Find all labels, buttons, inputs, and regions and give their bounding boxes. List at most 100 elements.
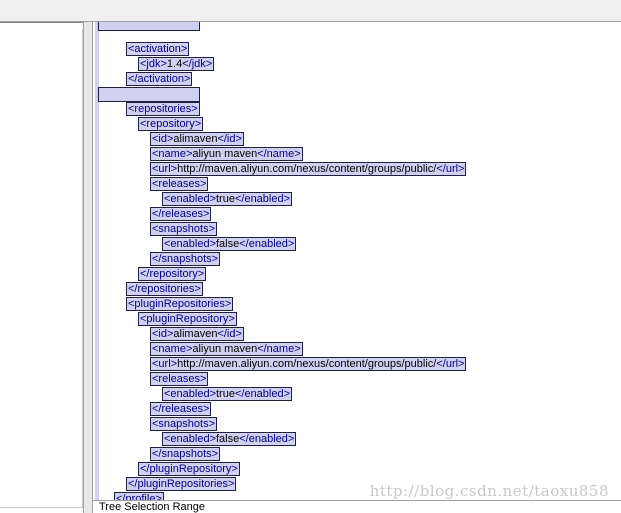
selected-line-text: <activation> — [125, 42, 190, 56]
editor-line[interactable]: <name>aliyun maven</name> — [150, 342, 303, 357]
xml-text: alimaven — [173, 328, 218, 340]
editor-line[interactable]: </repositories> — [126, 282, 203, 297]
xml-tag: </pluginRepositories> — [128, 478, 235, 490]
editor-line[interactable]: </releases> — [149, 402, 212, 417]
editor-line[interactable]: <id>alimaven</id> — [150, 327, 244, 342]
editor-line[interactable]: </profile> — [114, 492, 164, 500]
selected-line-text: </profile> — [114, 492, 164, 500]
tree-pane-inner — [0, 29, 83, 508]
xml-tag: </pluginRepository> — [140, 463, 238, 475]
editor-line[interactable]: <url>http://maven.aliyun.com/nexus/conte… — [149, 162, 467, 177]
selected-line-text: <id>alimaven</id> — [150, 132, 244, 146]
editor-line[interactable]: <repositories> — [126, 102, 200, 117]
xml-text: http://maven.aliyun.com/nexus/content/gr… — [177, 163, 437, 175]
selected-line-text: <url>http://maven.aliyun.com/nexus/conte… — [149, 357, 467, 371]
xml-tag: <pluginRepository> — [140, 313, 235, 325]
editor-line[interactable]: <url>http://maven.aliyun.com/nexus/conte… — [149, 357, 467, 372]
xml-text: aliyun maven — [192, 343, 258, 355]
xml-tag: </enabled> — [234, 193, 291, 205]
xml-tag: <id> — [152, 133, 174, 145]
xml-tag: </url> — [436, 163, 465, 175]
xml-tag: </snapshots> — [152, 448, 219, 460]
selected-line-text: <name>aliyun maven</name> — [150, 342, 303, 356]
status-bar: Tree Selection Range — [93, 500, 621, 513]
selected-line-text: </activation> — [125, 72, 193, 86]
xml-tag: <enabled> — [164, 238, 216, 250]
editor-line[interactable]: <pluginRepositories> — [125, 297, 234, 312]
selected-line-text: </snapshots> — [149, 252, 221, 266]
editor-line[interactable]: <enabled>false</enabled> — [161, 432, 297, 447]
xml-tag: </releases> — [152, 403, 210, 415]
selected-line-text: <repository> — [137, 117, 204, 131]
selected-line-text: <pluginRepository> — [138, 312, 237, 326]
selected-line-text: </pluginRepository> — [138, 462, 240, 476]
editor-line[interactable]: </pluginRepositories> — [125, 477, 237, 492]
pane-splitter[interactable] — [84, 22, 93, 513]
editor-line[interactable]: </activation> — [125, 72, 193, 87]
selected-line-text: </repository> — [137, 267, 207, 281]
editor-line[interactable]: </releases> — [149, 207, 212, 222]
xml-tag: <releases> — [152, 178, 207, 190]
editor-line[interactable]: <releases> — [149, 177, 209, 192]
xml-text: true — [216, 388, 235, 400]
editor-line[interactable]: <jdk>1.4</jdk> — [137, 57, 215, 72]
selected-line-text: </releases> — [149, 402, 212, 416]
selected-line-text: </snapshots> — [149, 447, 221, 461]
xml-text: false — [216, 433, 240, 445]
xml-tag: </url> — [436, 358, 465, 370]
xml-tag: <name> — [152, 343, 193, 355]
selected-line-text: <enabled>true</enabled> — [161, 192, 293, 206]
editor-line[interactable]: </pluginRepository> — [138, 462, 240, 477]
xml-text: 1.4 — [166, 58, 183, 70]
editor-line[interactable]: <name>aliyun maven</name> — [150, 147, 303, 162]
editor-line[interactable]: </repository> — [137, 267, 207, 282]
selected-line-text: <jdk>1.4</jdk> — [137, 57, 215, 71]
editor-line[interactable]: <snapshots> — [150, 417, 217, 432]
editor-line[interactable]: <repository> — [137, 117, 204, 132]
editor-line[interactable]: <activation> — [125, 42, 190, 57]
top-toolbar — [0, 0, 621, 22]
xml-editor[interactable]: <activation> <jdk>1.4</jdk> </activation> <… — [93, 22, 621, 500]
selected-line-text: <id>alimaven</id> — [150, 327, 244, 341]
selected-line-text: <releases> — [149, 177, 209, 191]
watermark-text: http://blog.csdn.net/taoxu858 — [369, 482, 609, 500]
editor-line-empty[interactable] — [98, 22, 200, 31]
xml-tag: </enabled> — [234, 388, 291, 400]
xml-tag: <enabled> — [164, 433, 216, 445]
xml-tag: <url> — [152, 358, 178, 370]
editor-line[interactable]: <id>alimaven</id> — [150, 132, 244, 147]
xml-tag: </id> — [217, 133, 242, 145]
xml-tag: <activation> — [128, 43, 188, 55]
selected-line-text: <pluginRepositories> — [125, 297, 234, 311]
xml-text: http://maven.aliyun.com/nexus/content/gr… — [177, 358, 437, 370]
selected-line-text: <repositories> — [126, 102, 200, 116]
xml-tag: <enabled> — [164, 388, 216, 400]
tree-pane[interactable] — [0, 22, 84, 513]
selected-line-text: <snapshots> — [150, 222, 217, 236]
editor-line[interactable]: </snapshots> — [149, 252, 221, 267]
xml-tag: <url> — [152, 163, 178, 175]
editor-line[interactable]: <releases> — [149, 372, 209, 387]
xml-text: false — [216, 238, 240, 250]
xml-tag: <jdk> — [140, 58, 167, 70]
xml-tag: </repositories> — [128, 283, 201, 295]
selected-line-text: <enabled>true</enabled> — [161, 387, 293, 401]
xml-tag: </enabled> — [239, 433, 295, 445]
editor-line[interactable]: <pluginRepository> — [138, 312, 237, 327]
editor-line[interactable]: </snapshots> — [149, 447, 221, 462]
xml-tag: <pluginRepositories> — [128, 298, 232, 310]
selected-line-text: <enabled>false</enabled> — [161, 237, 297, 251]
editor-line-empty[interactable] — [98, 87, 200, 102]
xml-tag: <snapshots> — [152, 223, 215, 235]
xml-tag: <repository> — [140, 118, 202, 130]
xml-tag: <id> — [152, 328, 174, 340]
selected-line-text: </pluginRepositories> — [125, 477, 237, 491]
xml-tag: </repository> — [140, 268, 205, 280]
xml-tag: </jdk> — [182, 58, 213, 70]
xml-tag: </profile> — [116, 493, 162, 500]
xml-text: aliyun maven — [192, 148, 258, 160]
editor-line[interactable]: <enabled>true</enabled> — [161, 387, 293, 402]
editor-line[interactable]: <enabled>true</enabled> — [161, 192, 293, 207]
editor-line[interactable]: <enabled>false</enabled> — [161, 237, 297, 252]
editor-line[interactable]: <snapshots> — [150, 222, 217, 237]
